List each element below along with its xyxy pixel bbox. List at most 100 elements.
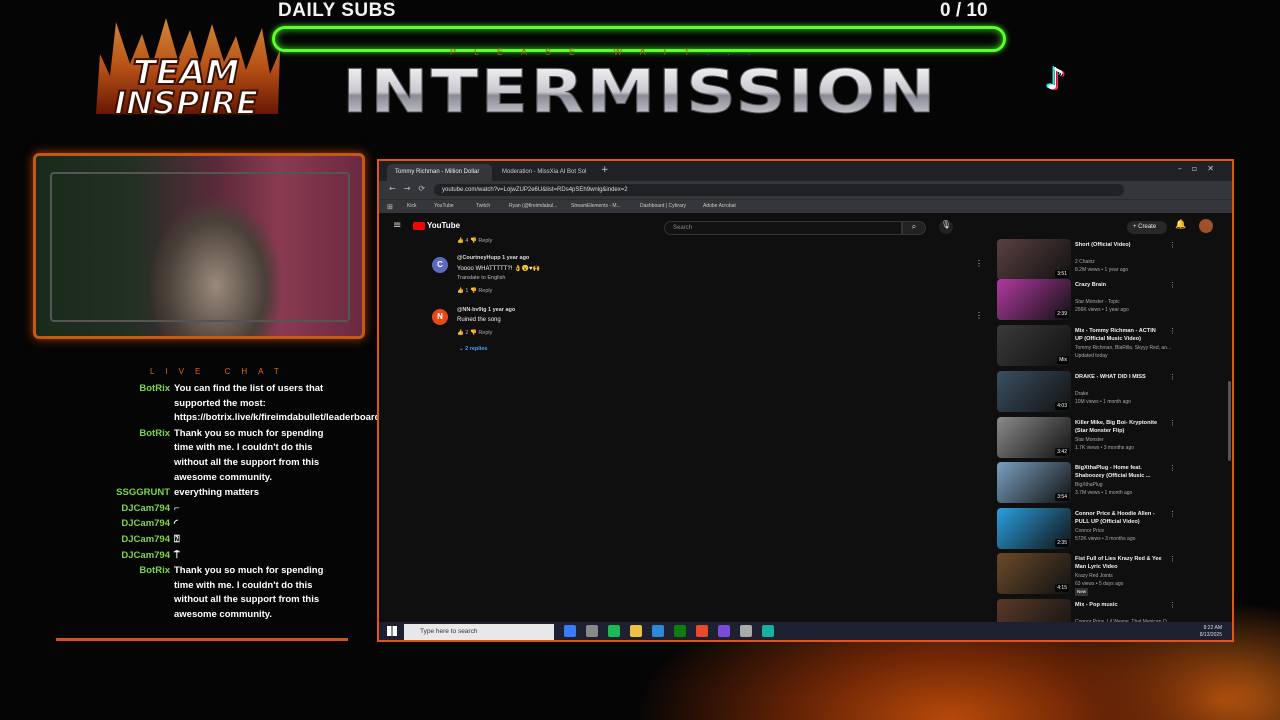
video-thumbnail[interactable]: 3:51 [997,239,1071,280]
account-avatar[interactable] [1199,219,1213,233]
nav-buttons[interactable]: ←→⟳ [389,184,433,193]
comment-menu-icon[interactable]: ⋮ [975,311,983,320]
related-video[interactable]: 2:39 Crazy Brain Star Monster - Topic 256K … [997,279,1217,321]
video-channel[interactable]: Tommy Richman, BlaRilla, Skyyy Red, an..… [1075,344,1175,352]
video-channel[interactable]: Connor Price [1075,527,1175,535]
chat-message: SSGGRUNT everything matters [60,486,350,501]
bookmark-item[interactable]: Dashboard | Cybrary [640,203,686,209]
translate-link[interactable]: Translate to English [457,275,505,281]
comment-actions[interactable]: 👍 2 👎 Reply [457,330,492,336]
bookmark-item[interactable]: Kick [407,203,416,209]
video-menu-icon[interactable]: ⋮ [1169,241,1176,249]
video-title[interactable]: BigXthaPlug - Home feat. Shaboozey (Offi… [1075,464,1165,480]
replies-link[interactable]: ⌄ 2 replies [459,346,487,352]
video-title[interactable]: Short (Official Video) [1075,241,1165,249]
comment-author[interactable]: @NN-bv9ig 1 year ago [457,307,515,313]
edge-icon[interactable] [564,625,576,637]
video-channel[interactable]: Krazy Red Joints [1075,572,1175,580]
taskbar-search-input[interactable]: Type here to search [404,624,554,640]
hamburger-menu-icon[interactable]: ≡ [393,220,401,231]
bookmarks-apps-icon[interactable]: ⊞ [387,203,393,211]
xbox-icon[interactable] [674,625,686,637]
related-video[interactable]: 3:42 Killer Mike, Big Boi- Kryptonite (St… [997,417,1217,459]
video-channel[interactable]: 2 Chainz [1075,258,1175,266]
bookmark-item[interactable]: StreamElements - M... [571,203,621,209]
video-title[interactable]: Killer Mike, Big Boi- Kryptonite (Star M… [1075,419,1165,435]
scrollbar-thumb[interactable] [1228,381,1231,461]
tab-youtube[interactable]: Tommy Richman - Million Dollar [387,164,492,181]
bookmark-item[interactable]: YouTube [434,203,454,209]
taskbar-clock[interactable]: 8:22 AM 8/13/2025 [1200,625,1222,639]
youtube-logo[interactable]: YouTube [413,221,460,230]
window-controls[interactable]: –▫✕ [1178,164,1224,173]
outlook-icon[interactable] [652,625,664,637]
related-video[interactable]: 4:15 Fist Full of Lies Krazy Red & Yee Ma… [997,553,1217,596]
video-menu-icon[interactable]: ⋮ [1169,419,1176,427]
related-video[interactable]: Mix Mix - Tommy Richman - ACTIN UP (Offic… [997,325,1217,367]
video-thumbnail[interactable]: 4:15 [997,553,1071,594]
video-menu-icon[interactable]: ⋮ [1169,327,1176,335]
chat-text: ⌐ [174,502,180,514]
video-menu-icon[interactable]: ⋮ [1169,601,1176,609]
video-meta: 572K views • 3 months ago [1075,536,1136,542]
video-thumbnail[interactable]: 2:35 [997,508,1071,549]
discord-icon[interactable] [718,625,730,637]
file-explorer-icon[interactable] [630,625,642,637]
related-video[interactable]: 4:03 DRAKE - WHAT DID I MISS Drake 10M view… [997,371,1217,413]
comment-author[interactable]: @CourtneyHupp 1 year ago [457,255,529,261]
video-meta: Updated today [1075,353,1108,359]
capcut-icon[interactable] [740,625,752,637]
bookmark-item[interactable]: Twitch [476,203,490,209]
video-menu-icon[interactable]: ⋮ [1169,373,1176,381]
tab-moderation[interactable]: Moderation - MissXia AI Bot Sol [494,164,599,181]
related-video[interactable]: 3:54 BigXthaPlug - Home feat. Shaboozey (… [997,462,1217,504]
search-input[interactable]: Search [664,221,902,235]
chat-text: everything matters [174,487,260,499]
bookmark-item[interactable]: Adobe Acrobat [703,203,736,209]
webcam-frame [33,153,365,339]
video-thumbnail[interactable]: 3:42 [997,417,1071,458]
related-video[interactable]: 3:51 Short (Official Video) 2 Chainz 8.2M v… [997,239,1217,281]
search-icon[interactable]: ⌕ [902,221,926,235]
video-title[interactable]: DRAKE - WHAT DID I MISS [1075,373,1165,381]
comment-menu-icon[interactable]: ⋮ [975,259,983,268]
windows-start-icon[interactable] [387,626,397,636]
chat-username: DJCam794 [121,533,170,545]
video-channel[interactable]: Star Monster [1075,436,1175,444]
video-menu-icon[interactable]: ⋮ [1169,464,1176,472]
video-title[interactable]: Mix - Pop music [1075,601,1165,609]
comment-avatar[interactable]: N [432,309,448,325]
video-menu-icon[interactable]: ⋮ [1169,555,1176,563]
video-channel[interactable]: Star Monster - Topic [1075,298,1175,306]
video-title[interactable]: Connor Price & Hoodie Allen - PULL UP (O… [1075,510,1165,526]
video-channel[interactable]: Drake [1075,390,1175,398]
calculator-icon[interactable] [586,625,598,637]
youtube-play-icon [413,221,425,230]
video-channel[interactable]: BigXthaPlug [1075,481,1175,489]
video-title[interactable]: Fist Full of Lies Krazy Red & Yee Man Ly… [1075,555,1165,571]
microphone-icon[interactable]: 🎙 [939,220,953,234]
video-thumbnail[interactable]: Mix [997,325,1071,366]
comment-actions[interactable]: 👍 1 👎 Reply [457,288,492,294]
video-title[interactable]: Mix - Tommy Richman - ACTIN UP (Official… [1075,327,1165,343]
prev-comment-actions[interactable]: 👍 4 👎 Reply [457,238,492,244]
url-bar[interactable]: youtube.com/watch?v=LojwZUP2e6U&list=RDs… [434,184,1124,196]
chrome-icon[interactable] [696,625,708,637]
video-title[interactable]: Crazy Brain [1075,281,1165,289]
bookmark-item[interactable]: Ryan (@fireimdabul... [509,203,557,209]
video-meta: 10M views • 1 month ago [1075,399,1131,405]
app-icon[interactable] [762,625,774,637]
new-tab-button[interactable]: + [601,165,609,175]
video-menu-icon[interactable]: ⋮ [1169,281,1176,289]
video-thumbnail[interactable]: 3:54 [997,462,1071,503]
youtube-header: ≡ YouTube Search ⌕ 🎙 + Create 🔔 [379,213,1232,241]
related-video[interactable]: 2:35 Connor Price & Hoodie Allen - PULL U… [997,508,1217,550]
spotify-icon[interactable] [608,625,620,637]
video-thumbnail[interactable]: 4:03 [997,371,1071,412]
notifications-bell-icon[interactable]: 🔔 [1175,220,1186,230]
create-button[interactable]: + Create [1127,221,1167,234]
comment-avatar[interactable]: C [432,257,448,273]
video-menu-icon[interactable]: ⋮ [1169,510,1176,518]
video-thumbnail[interactable]: 2:39 [997,279,1071,320]
comment-text: Ruined the song [457,317,501,323]
